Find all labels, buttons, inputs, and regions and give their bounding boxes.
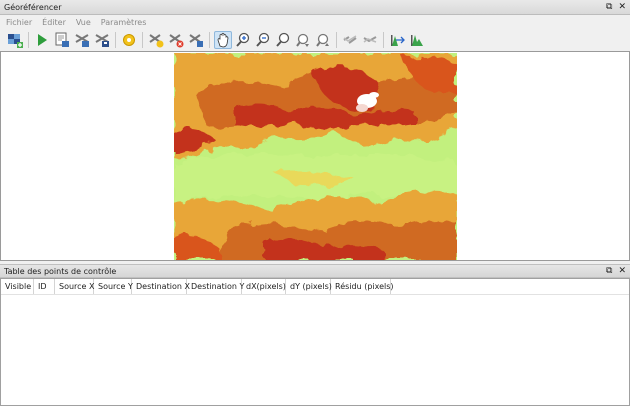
local-histogram-stretch-icon[interactable] bbox=[408, 31, 426, 49]
delete-point-icon[interactable] bbox=[167, 31, 185, 49]
pan-icon[interactable] bbox=[214, 31, 232, 49]
add-point-icon[interactable] bbox=[147, 31, 165, 49]
window-title: Géoréférencer bbox=[4, 3, 62, 12]
move-gcp-icon[interactable] bbox=[187, 31, 205, 49]
restore-icon[interactable]: ⧉ bbox=[606, 2, 612, 12]
zoom-last-icon[interactable] bbox=[294, 31, 312, 49]
panel-restore-icon[interactable]: ⧉ bbox=[606, 266, 612, 276]
toolbar bbox=[0, 29, 630, 51]
save-gcp-icon[interactable] bbox=[93, 31, 111, 49]
col-source-y[interactable]: Source Y bbox=[94, 279, 133, 294]
menu-vue[interactable]: Vue bbox=[76, 18, 91, 27]
elevation-raster[interactable] bbox=[174, 53, 457, 260]
menu-parametres[interactable]: Paramètres bbox=[101, 18, 147, 27]
col-source-x[interactable]: Source X bbox=[55, 279, 95, 294]
zoom-out-icon[interactable] bbox=[254, 31, 272, 49]
menu-bar: Fichier Éditer Vue Paramètres bbox=[0, 15, 630, 29]
open-raster-icon[interactable] bbox=[6, 31, 24, 49]
gcp-panel-title: Table des points de contrôle bbox=[4, 267, 117, 276]
gcp-table-header: Visible ID Source X Source Y Destination… bbox=[1, 279, 629, 295]
start-georef-icon[interactable] bbox=[33, 31, 51, 49]
transform-settings-icon[interactable] bbox=[120, 31, 138, 49]
col-dest-x[interactable]: Destination X bbox=[132, 279, 190, 294]
gcp-panel-header: Table des points de contrôle ⧉ ✕ bbox=[0, 264, 630, 278]
col-id[interactable]: ID bbox=[34, 279, 55, 294]
generate-script-icon[interactable] bbox=[53, 31, 71, 49]
title-bar: Géoréférencer ⧉ ✕ bbox=[0, 0, 630, 15]
load-gcp-icon[interactable] bbox=[73, 31, 91, 49]
col-dy[interactable]: dY (pixels) bbox=[286, 279, 332, 294]
col-residual[interactable]: Résidu (pixels) bbox=[331, 279, 394, 294]
map-canvas[interactable] bbox=[0, 51, 630, 261]
col-dest-y[interactable]: Destination Y bbox=[187, 279, 244, 294]
link-qgis-icon[interactable] bbox=[361, 31, 379, 49]
zoom-next-icon[interactable] bbox=[314, 31, 332, 49]
col-dx[interactable]: dX(pixels) bbox=[242, 279, 286, 294]
full-histogram-stretch-icon[interactable] bbox=[388, 31, 406, 49]
gcp-table[interactable]: Visible ID Source X Source Y Destination… bbox=[0, 278, 630, 406]
zoom-to-layer-icon[interactable] bbox=[274, 31, 292, 49]
link-georef-icon[interactable] bbox=[341, 31, 359, 49]
panel-close-icon[interactable]: ✕ bbox=[618, 266, 626, 276]
close-icon[interactable]: ✕ bbox=[618, 2, 626, 12]
col-visible[interactable]: Visible bbox=[1, 279, 34, 294]
zoom-in-icon[interactable] bbox=[234, 31, 252, 49]
menu-fichier[interactable]: Fichier bbox=[6, 18, 32, 27]
menu-editer[interactable]: Éditer bbox=[42, 18, 66, 27]
